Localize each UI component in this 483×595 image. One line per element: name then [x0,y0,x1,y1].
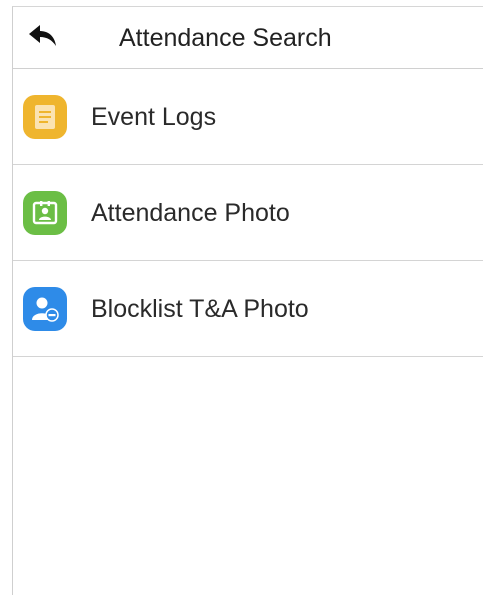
back-arrow-icon [28,24,58,53]
event-logs-icon [23,95,67,139]
attendance-search-screen: Attendance Search Event Logs Attendance … [12,6,483,595]
back-button[interactable] [23,21,63,55]
page-title: Attendance Search [119,24,332,52]
menu-item-blocklist-photo[interactable]: Blocklist T&A Photo [13,261,483,357]
attendance-photo-icon [23,191,67,235]
menu-item-label: Blocklist T&A Photo [91,295,309,323]
menu-item-label: Event Logs [91,103,217,131]
menu-list: Event Logs Attendance Photo Blocklist T&… [13,69,483,357]
header-bar: Attendance Search [13,7,483,69]
blocklist-photo-icon [23,287,67,331]
menu-item-event-logs[interactable]: Event Logs [13,69,483,165]
menu-item-label: Attendance Photo [91,199,290,227]
menu-item-attendance-photo[interactable]: Attendance Photo [13,165,483,261]
